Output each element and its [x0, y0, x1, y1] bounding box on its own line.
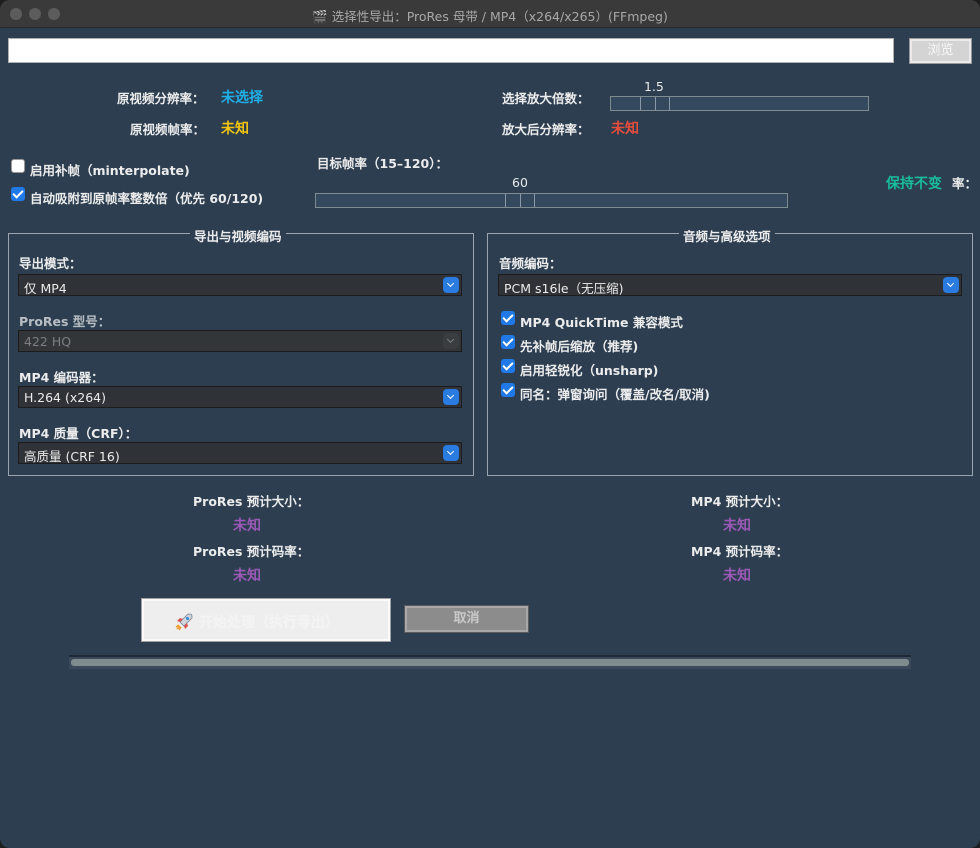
start-export-label: 开始处理（执行导出） — [199, 615, 339, 631]
chevron-down-icon — [943, 277, 959, 293]
clapperboard-icon: 🎬 — [312, 9, 328, 24]
target-fps-label: 目标帧率（15–120）： — [317, 156, 448, 171]
progress-track — [71, 659, 909, 666]
prores-label: ProRes 型号： — [19, 314, 111, 329]
audio-codec-label: 音频编码： — [499, 256, 562, 271]
prores-select-value: 422 HQ — [24, 334, 72, 349]
target-fps-slider[interactable] — [315, 193, 788, 208]
mode-label: 导出模式： — [19, 256, 82, 271]
enable-interp-label: 启用补帧（minterpolate) — [30, 163, 190, 178]
browse-button[interactable]: 浏览 — [909, 38, 972, 64]
scale-slider-thumb[interactable] — [640, 97, 670, 110]
title-bar: 🎬 选择性导出：ProRes 母带 / MP4（x264/x265）(FFmpe… — [0, 0, 980, 28]
cancel-button[interactable]: 取消 — [404, 605, 529, 633]
export-progress-bar — [69, 655, 911, 669]
scale-slider[interactable] — [610, 96, 869, 111]
target-fps-slider-thumb[interactable] — [505, 194, 535, 207]
chevron-down-icon — [443, 389, 459, 405]
rocket-icon — [175, 613, 193, 631]
mp4-bitrate-label: MP4 预计码率： — [691, 544, 789, 559]
mp4-size-value: 未知 — [723, 518, 751, 534]
quality-label: MP4 质量（CRF）： — [19, 426, 138, 441]
chevron-down-icon — [443, 333, 459, 349]
option-checkbox[interactable] — [501, 311, 515, 325]
mode-select-value: 仅 MP4 — [24, 281, 67, 296]
window-title-text: 选择性导出：ProRes 母带 / MP4（x264/x265）(FFmpeg) — [331, 9, 668, 24]
export-window: 🎬 选择性导出：ProRes 母带 / MP4（x264/x265）(FFmpe… — [0, 0, 980, 848]
target-fps-value: 60 — [512, 175, 528, 190]
export-panel-title: 导出与视频编码 — [190, 226, 286, 245]
video-path-input[interactable] — [8, 38, 894, 63]
encoder-select-value: H.264 (x264) — [24, 390, 106, 405]
encoder-label: MP4 编码器： — [19, 370, 104, 385]
src-resolution-value: 未选择 — [221, 90, 263, 106]
snap-fps-checkbox[interactable] — [11, 187, 25, 201]
option-label: MP4 QuickTime 兼容模式 — [520, 315, 683, 330]
prores-select: 422 HQ — [18, 330, 462, 352]
keep-fps-suffix: 率： — [952, 176, 978, 191]
mode-select[interactable]: 仅 MP4 — [18, 274, 462, 296]
option-label: 启用轻锐化（unsharp) — [520, 363, 659, 378]
option-checkbox[interactable] — [501, 359, 515, 373]
scaled-res-label: 放大后分辨率： — [502, 122, 590, 137]
mp4-size-label: MP4 预计大小： — [691, 494, 789, 509]
enable-interp-checkbox[interactable] — [11, 159, 25, 173]
snap-fps-label: 自动吸附到原帧率整数倍（优先 60/120) — [30, 191, 264, 206]
prores-size-value: 未知 — [233, 518, 261, 534]
option-label: 同名：弹窗询问（覆盖/改名/取消) — [520, 387, 710, 402]
quality-select-value: 高质量 (CRF 16) — [24, 449, 120, 464]
option-label: 先补帧后缩放（推荐) — [520, 339, 639, 354]
encoder-select[interactable]: H.264 (x264) — [18, 386, 462, 408]
prores-bitrate-value: 未知 — [233, 568, 261, 584]
keep-fps-value: 保持不变 — [886, 176, 942, 192]
prores-bitrate-label: ProRes 预计码率： — [193, 544, 310, 559]
option-checkbox[interactable] — [501, 335, 515, 349]
src-fps-value: 未知 — [221, 121, 249, 137]
audio-codec-select[interactable]: PCM s16le（无压缩) — [498, 274, 962, 296]
src-fps-label: 原视频帧率： — [130, 122, 206, 137]
start-export-button[interactable]: 开始处理（执行导出） — [141, 598, 391, 642]
mp4-bitrate-value: 未知 — [723, 568, 751, 584]
option-checkbox[interactable] — [501, 383, 515, 397]
scale-label: 选择放大倍数： — [502, 91, 590, 106]
scaled-res-value: 未知 — [611, 121, 639, 137]
audio-codec-select-value: PCM s16le（无压缩) — [504, 281, 624, 296]
window-title: 🎬 选择性导出：ProRes 母带 / MP4（x264/x265）(FFmpe… — [0, 6, 980, 25]
chevron-down-icon — [443, 277, 459, 293]
audio-panel-title: 音频与高级选项 — [679, 226, 775, 245]
scale-value: 1.5 — [644, 79, 664, 94]
chevron-down-icon — [443, 445, 459, 461]
prores-size-label: ProRes 预计大小： — [193, 494, 310, 509]
quality-select[interactable]: 高质量 (CRF 16) — [18, 442, 462, 464]
src-resolution-label: 原视频分辨率： — [117, 91, 205, 106]
